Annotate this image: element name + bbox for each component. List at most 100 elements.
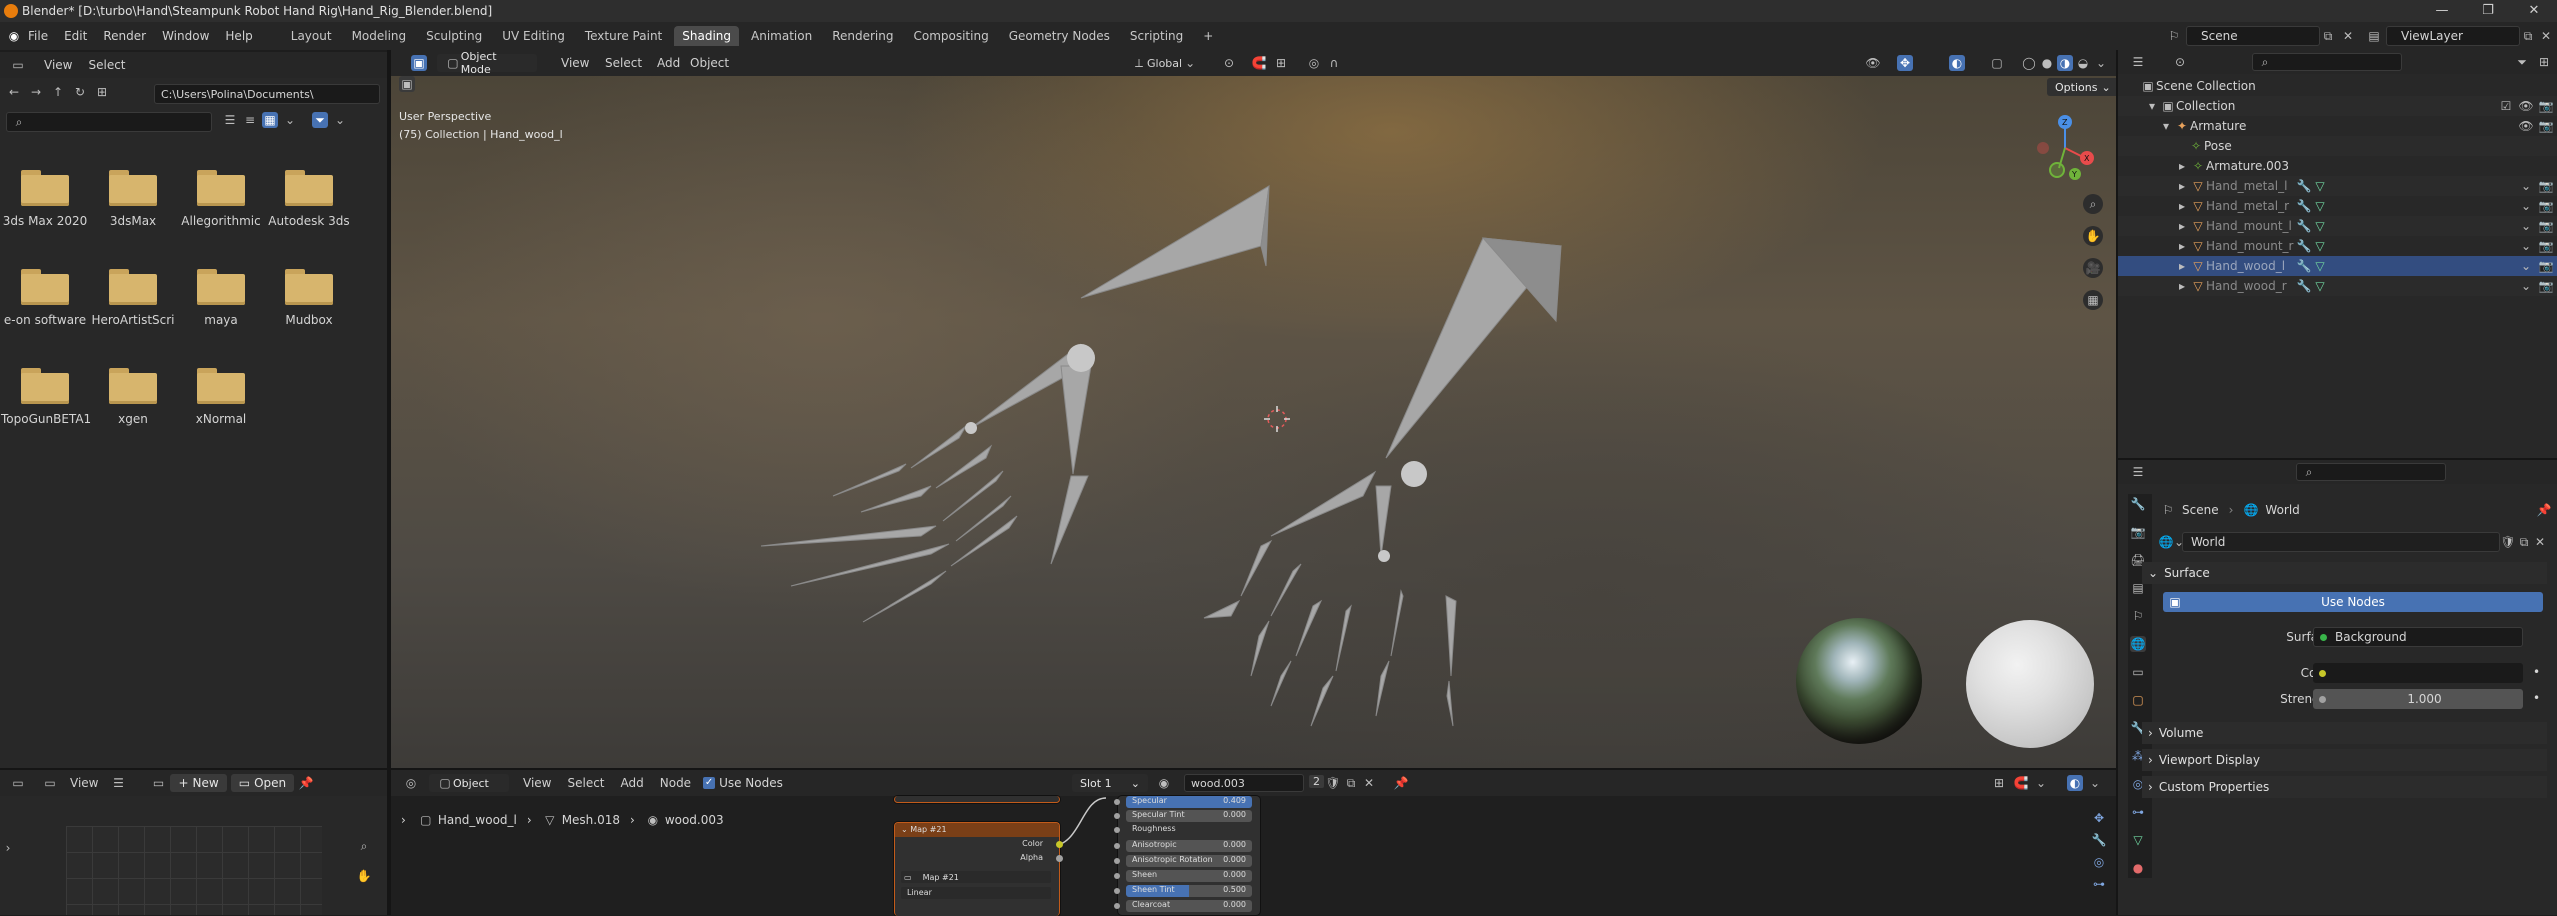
- node-menu-view[interactable]: View: [515, 776, 559, 790]
- filter-dropdown-icon[interactable]: ⌄: [332, 112, 348, 128]
- outliner-filter-icon[interactable]: ⏷: [2514, 54, 2530, 70]
- snap-target-icon[interactable]: ⊞: [1273, 55, 1289, 71]
- 3d-viewport[interactable]: ▣ User Perspective (75) Collection | Han…: [391, 76, 2116, 768]
- data-tab-icon[interactable]: ▽: [2130, 832, 2146, 848]
- folder-autodesk-3ds[interactable]: Autodesk 3ds: [265, 170, 353, 228]
- object-mode-dropdown[interactable]: ▢ Object Mode: [437, 50, 537, 76]
- duplicate-world-icon[interactable]: ⧉: [2516, 534, 2532, 550]
- tab-sculpting[interactable]: Sculpting: [418, 26, 490, 46]
- shading-options-icon[interactable]: ⌄: [2093, 55, 2109, 71]
- folder-topogunbeta1[interactable]: TopoGunBETA1: [1, 368, 91, 426]
- properties-editor-icon[interactable]: ☰: [2130, 464, 2146, 480]
- image-editor-menu-view[interactable]: View: [62, 776, 106, 790]
- viewport-menu-select[interactable]: Select: [597, 56, 650, 70]
- camera-icon[interactable]: 📷: [2538, 178, 2554, 194]
- overlays-toggle-icon[interactable]: ◐: [1949, 55, 1965, 71]
- pivot-icon[interactable]: ⊙: [1221, 55, 1237, 71]
- tab-layout[interactable]: Layout: [283, 26, 340, 46]
- color-keyframe-icon[interactable]: •: [2533, 665, 2540, 679]
- bsdf-input-row[interactable]: Specular 0.409: [1126, 796, 1252, 808]
- expand-arrow-icon[interactable]: ▸: [2174, 198, 2190, 214]
- image-browse-icon[interactable]: ▭: [150, 775, 166, 791]
- gizmo-toggle-icon[interactable]: ✥: [1897, 55, 1913, 71]
- material-tab-icon[interactable]: ●: [2130, 860, 2146, 876]
- outliner-armature-003[interactable]: ▸ ✧ Armature.003: [2118, 156, 2557, 176]
- eye-icon[interactable]: ⌄: [2518, 278, 2534, 294]
- bsdf-input-row[interactable]: Sheen 0.000: [1126, 870, 1252, 882]
- menu-window[interactable]: Window: [154, 29, 217, 43]
- sidebar-toggle-icon[interactable]: ›: [0, 840, 16, 856]
- eye-icon[interactable]: ⌄: [2518, 238, 2534, 254]
- parent-directory-icon[interactable]: ↑: [50, 84, 66, 100]
- overlays-options-icon[interactable]: ⌄: [2087, 775, 2103, 791]
- back-arrow-icon[interactable]: ←: [6, 84, 22, 100]
- outliner-object-row-selected[interactable]: ▸ ▽ Hand_wood_l 🔧 ▽ ⌄ 📷: [2118, 256, 2557, 276]
- overlays-toggle-icon[interactable]: ◐: [2067, 775, 2083, 791]
- area-divider[interactable]: [2118, 458, 2557, 460]
- outliner-collection[interactable]: ▾ ▣ Collection ☑ 👁 📷: [2118, 96, 2557, 116]
- viewlayer-icon[interactable]: ▤: [2366, 28, 2382, 44]
- volume-panel-header[interactable]: › Volume: [2142, 722, 2547, 744]
- tab-rendering[interactable]: Rendering: [824, 26, 901, 46]
- bsdf-input-row[interactable]: Specular Tint 0.000: [1126, 810, 1252, 822]
- transform-icon[interactable]: ✥: [2091, 810, 2107, 826]
- close-window-button[interactable]: ✕: [2511, 0, 2557, 22]
- filter-icon[interactable]: ⏷: [312, 112, 328, 128]
- proportional-edit-icon[interactable]: ◎: [1306, 55, 1322, 71]
- material-shading-icon[interactable]: ◑: [2057, 55, 2073, 71]
- pan-hand-icon[interactable]: ✋: [356, 868, 372, 884]
- blender-menu-icon[interactable]: ◉: [6, 28, 22, 44]
- tab-uv-editing[interactable]: UV Editing: [494, 26, 573, 46]
- tab-compositing[interactable]: Compositing: [905, 26, 996, 46]
- world-tab-icon[interactable]: 🌐: [2130, 636, 2146, 652]
- fake-user-icon[interactable]: 🛡: [1325, 775, 1341, 791]
- bsdf-input-row[interactable]: Anisotropic Rotation 0.000: [1126, 855, 1252, 867]
- outliner-object-row[interactable]: ▸ ▽ Hand_mount_l 🔧 ▽ ⌄ 📷: [2118, 216, 2557, 236]
- expand-arrow-icon[interactable]: ▸: [2174, 258, 2190, 274]
- outliner-object-row[interactable]: ▸ ▽ Hand_metal_r 🔧 ▽ ⌄ 📷: [2118, 196, 2557, 216]
- tab-scripting[interactable]: Scripting: [1122, 26, 1191, 46]
- node-partial-top[interactable]: [894, 796, 1060, 803]
- expand-arrow-icon[interactable]: ▸: [2174, 278, 2190, 294]
- eye-icon[interactable]: ⌄: [2518, 198, 2534, 214]
- horizontal-list-icon[interactable]: ≡: [242, 112, 258, 128]
- bsdf-input-row[interactable]: Sheen Tint 0.500: [1126, 885, 1252, 897]
- expand-arrow-icon[interactable]: ▾: [2144, 98, 2160, 114]
- use-nodes-button[interactable]: ▣ Use Nodes: [2163, 592, 2543, 612]
- path-field[interactable]: C:\Users\Polina\Documents\: [154, 84, 380, 104]
- view-mode-icon[interactable]: ▭: [42, 775, 58, 791]
- tab-animation[interactable]: Animation: [743, 26, 820, 46]
- forward-arrow-icon[interactable]: →: [28, 84, 44, 100]
- fake-user-icon[interactable]: 🛡: [2500, 534, 2516, 550]
- checkbox-icon[interactable]: ☑: [2498, 98, 2514, 114]
- folder-3ds-max-2020[interactable]: 3ds Max 2020: [1, 170, 89, 228]
- eye-icon[interactable]: 👁: [2518, 118, 2534, 134]
- pan-hand-icon[interactable]: ✋: [2083, 226, 2103, 246]
- new-scene-icon[interactable]: ⧉: [2320, 28, 2336, 44]
- input-socket[interactable]: [1114, 873, 1120, 879]
- viewport-menu-object[interactable]: Object: [682, 56, 737, 70]
- file-search-input[interactable]: ⌕: [6, 112, 212, 132]
- object-tab-icon[interactable]: ▢: [2130, 692, 2146, 708]
- duplicate-material-icon[interactable]: ⧉: [1343, 775, 1359, 791]
- folder-allegorithmic[interactable]: Allegorithmic: [177, 170, 265, 228]
- open-image-button[interactable]: ▭ Open: [230, 774, 295, 792]
- properties-search-input[interactable]: ⌕: [2296, 463, 2446, 481]
- folder-e-on-software[interactable]: e-on software: [1, 269, 89, 327]
- folder-heroartistscri[interactable]: HeroArtistScri: [89, 269, 177, 327]
- expand-arrow-icon[interactable]: ▸: [2174, 178, 2190, 194]
- outliner-object-row[interactable]: ▸ ▽ Hand_mount_r 🔧 ▽ ⌄ 📷: [2118, 236, 2557, 256]
- select-box-icon[interactable]: ▣: [411, 55, 427, 71]
- input-socket[interactable]: [1114, 903, 1120, 909]
- camera-view-icon[interactable]: 🎥: [2083, 258, 2103, 278]
- material-browse-icon[interactable]: ◉: [1156, 775, 1172, 791]
- outliner-object-row[interactable]: ▸ ▽ Hand_wood_r 🔧 ▽ ⌄ 📷: [2118, 276, 2557, 296]
- camera-icon[interactable]: 📷: [2538, 258, 2554, 274]
- new-folder-icon[interactable]: ⊞: [94, 84, 110, 100]
- expand-arrow-icon[interactable]: ▸: [2174, 158, 2190, 174]
- new-image-button[interactable]: + New: [170, 774, 227, 792]
- navigation-gizmo[interactable]: Z X Y: [2031, 110, 2111, 190]
- custom-properties-panel-header[interactable]: › Custom Properties: [2142, 776, 2547, 798]
- image-editor-grid[interactable]: [66, 826, 322, 915]
- minimize-button[interactable]: —: [2419, 0, 2465, 22]
